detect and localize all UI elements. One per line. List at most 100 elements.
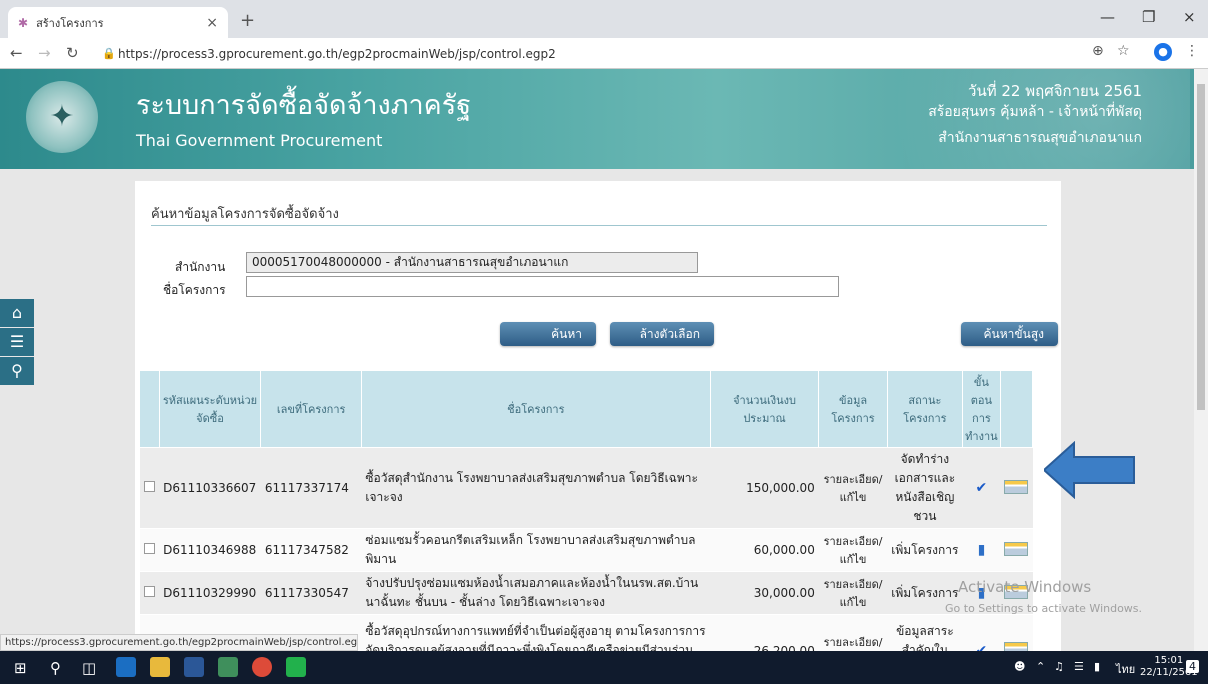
plan-code: D61110346988: [159, 528, 261, 572]
document-icon[interactable]: [1000, 614, 1033, 651]
activate-windows-title: Activate Windows: [958, 578, 1092, 596]
document-icon[interactable]: [1000, 528, 1033, 572]
column-header: ข้อมูลโครงการ: [818, 371, 888, 448]
header-date: วันที่ 22 พฤศจิกายน 2561: [968, 82, 1142, 100]
line-app-icon[interactable]: [286, 657, 306, 677]
forward-icon[interactable]: →: [38, 44, 51, 62]
home-icon[interactable]: ⌂: [0, 299, 34, 327]
project-name-input[interactable]: [246, 276, 839, 297]
detail-edit-link[interactable]: รายละเอียด/แก้ไข: [818, 528, 888, 572]
column-header: ขั้นตอนการทำงาน: [962, 371, 1001, 448]
activate-windows-subtitle: Go to Settings to activate Windows.: [945, 602, 1143, 615]
plan-code: D61110336607: [159, 447, 261, 529]
annotation-arrow-icon: [1044, 441, 1135, 499]
column-header: ชื่อโครงการ: [361, 371, 711, 448]
url-field[interactable]: 🔒 https://process3.gprocurement.go.th/eg…: [100, 43, 1080, 65]
zoom-icon[interactable]: ⊕: [1092, 43, 1104, 59]
language-indicator[interactable]: ไทย: [1116, 660, 1135, 678]
amount: 26,200.00: [710, 614, 819, 651]
garuda-emblem-icon: ✦: [26, 81, 98, 153]
project-table: รหัสแผนระดับหน่วยจัดซื้อ เลขที่โครงการ ช…: [140, 371, 1034, 651]
network-icon[interactable]: ☰: [1074, 660, 1084, 673]
back-icon[interactable]: ←: [10, 44, 23, 62]
clear-button[interactable]: ล้างตัวเลือก: [610, 322, 714, 346]
people-icon[interactable]: ☻: [1014, 660, 1025, 673]
column-header: จำนวนเงินงบประมาณ: [710, 371, 820, 448]
scrollbar-thumb[interactable]: [1197, 84, 1205, 410]
project-name-label: ชื่อโครงการ: [163, 283, 226, 297]
bookmark-star-icon[interactable]: ☆: [1117, 43, 1130, 59]
project-name: ซื้อวัสดุสำนักงาน โรงพยาบาลส่งเสริมสุขภา…: [361, 447, 711, 529]
column-header: สถานะโครงการ: [887, 371, 964, 448]
row-checkbox[interactable]: [140, 528, 160, 572]
check-pen-icon[interactable]: ✔: [962, 447, 1001, 529]
restore-icon[interactable]: ❐: [1142, 8, 1155, 26]
taskbar: ⊞ ⚲ ◫ ☻ ⌃ ♫ ☰ ▮ ไทย 15:01 22/11/2561 4: [0, 651, 1208, 684]
edge-browser-icon[interactable]: [116, 657, 136, 677]
file-explorer-icon[interactable]: [150, 657, 170, 677]
site-title: ระบบการจัดซื้อจัดจ้างภาครัฐ: [136, 90, 472, 121]
browser-tab[interactable]: ✱ สร้างโครงการ ×: [8, 7, 228, 38]
detail-edit-link[interactable]: รายละเอียด/แก้ไข: [818, 571, 888, 615]
url-text: https://process3.gprocurement.go.th/egp2…: [118, 47, 556, 61]
check-pen-icon[interactable]: ✔: [962, 614, 1001, 651]
status-url: https://process3.gprocurement.go.th/egp2…: [0, 634, 358, 651]
address-bar: ← → ↻ 🔒 https://process3.gprocurement.go…: [0, 38, 1208, 69]
status-text: ข้อมูลสาระสำคัญในสัญญา: [887, 614, 963, 651]
row-checkbox[interactable]: [140, 447, 160, 529]
task-view-icon[interactable]: ◫: [82, 659, 96, 677]
close-tab-icon[interactable]: ×: [206, 15, 218, 31]
book-icon[interactable]: ▮: [962, 528, 1001, 572]
excel-icon[interactable]: [218, 657, 238, 677]
office-label: สำนักงาน: [175, 260, 226, 274]
detail-edit-link[interactable]: รายละเอียด/แก้ไข: [818, 614, 888, 651]
chrome-icon[interactable]: [252, 657, 272, 677]
tab-title: สร้างโครงการ: [36, 16, 104, 30]
volume-icon[interactable]: ♫: [1054, 660, 1064, 673]
status-text: เพิ่มโครงการ: [887, 528, 963, 572]
project-name: ซ่อมแซมรั้วคอนกรีตเสริมเหล็ก โรงพยาบาลส่…: [361, 528, 711, 572]
advanced-search-button[interactable]: ค้นหาขั้นสูง: [961, 322, 1058, 346]
project-name: จ้างปรับปรุงซ่อมแซมห้องน้ำเสมอภาคและห้อง…: [361, 571, 711, 615]
menu-dots-icon[interactable]: ⋮: [1185, 43, 1199, 59]
word-icon[interactable]: [184, 657, 204, 677]
reload-icon[interactable]: ↻: [66, 44, 79, 62]
favicon-icon: ✱: [18, 15, 29, 30]
page-content: ✦ ระบบการจัดซื้อจัดจ้างภาครัฐ Thai Gover…: [0, 69, 1194, 651]
site-subtitle: Thai Government Procurement: [136, 131, 383, 150]
office-field[interactable]: 00005170048000000 - สำนักงานสาธารณสุขอำเ…: [246, 252, 698, 273]
status-text: จัดทำร่างเอกสารและหนังสือเชิญชวน: [887, 447, 963, 529]
search-panel: ค้นหาข้อมูลโครงการจัดซื้อจัดจ้าง สำนักงา…: [135, 181, 1061, 651]
project-number: 61117330547: [260, 571, 362, 615]
plan-code: D61110329990: [159, 571, 261, 615]
search-side-icon[interactable]: ⚲: [0, 357, 34, 385]
search-button[interactable]: ค้นหา: [500, 322, 596, 346]
row-checkbox[interactable]: [140, 571, 160, 615]
project-name: ซื้อวัสดุอุปกรณ์ทางการแพทย์ที่จำเป็นต่อผ…: [361, 614, 711, 651]
battery-icon[interactable]: ▮: [1094, 660, 1100, 673]
tray-arrow-icon[interactable]: ⌃: [1036, 660, 1045, 673]
amount: 60,000.00: [710, 528, 819, 572]
tab-bar: ✱ สร้างโครงการ × + — ❐ ×: [0, 0, 1208, 38]
minimize-icon[interactable]: —: [1100, 8, 1115, 26]
amount: 150,000.00: [710, 447, 819, 529]
notification-badge[interactable]: 4: [1186, 660, 1199, 673]
menu-icon[interactable]: ☰: [0, 328, 34, 356]
lock-icon: 🔒: [102, 47, 116, 60]
site-header: ✦ ระบบการจัดซื้อจัดจ้างภาครัฐ Thai Gover…: [0, 69, 1194, 169]
table-row: D61110329990 61117330547 จ้างปรับปรุงซ่อ…: [140, 571, 1033, 615]
new-tab-icon[interactable]: +: [240, 10, 255, 31]
document-icon[interactable]: [1000, 447, 1033, 529]
panel-divider: [151, 225, 1047, 226]
close-window-icon[interactable]: ×: [1183, 8, 1196, 26]
search-icon[interactable]: ⚲: [50, 659, 61, 677]
profile-avatar[interactable]: ●: [1154, 43, 1172, 61]
select-column-header: [140, 371, 160, 448]
windows-start-icon[interactable]: ⊞: [14, 659, 27, 677]
project-number: 61117347582: [260, 528, 362, 572]
detail-edit-link[interactable]: รายละเอียด/แก้ไข: [818, 447, 888, 529]
column-header: รหัสแผนระดับหน่วยจัดซื้อ: [159, 371, 262, 448]
panel-title: ค้นหาข้อมูลโครงการจัดซื้อจัดจ้าง: [151, 207, 339, 222]
header-user: สร้อยสุนทร คุ้มหล้า - เจ้าหน้าที่พัสดุ: [928, 104, 1142, 120]
header-agency: สำนักงานสาธารณสุขอำเภอนาแก: [938, 130, 1142, 146]
